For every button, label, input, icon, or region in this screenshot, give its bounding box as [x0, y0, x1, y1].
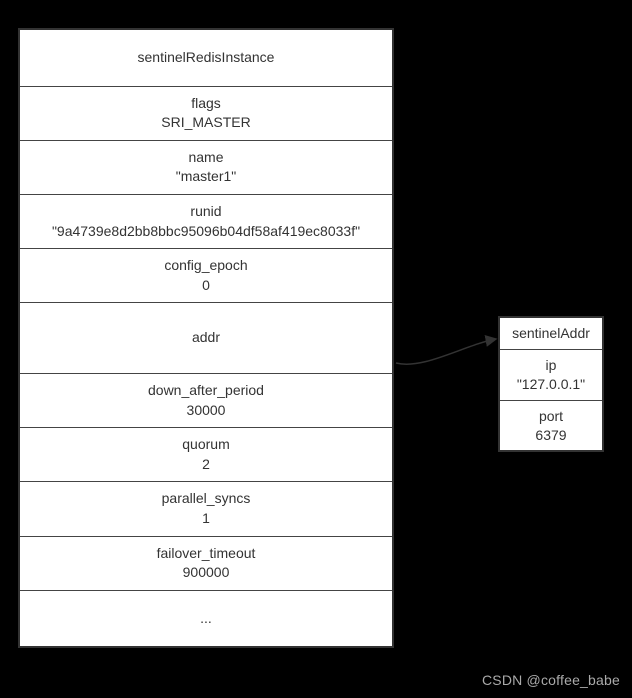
field-label: parallel_syncs — [162, 489, 251, 509]
field-label: quorum — [182, 435, 229, 455]
field-value: "127.0.0.1" — [517, 375, 585, 394]
table-row: runid "9a4739e8d2bb8bbc95096b04df58af419… — [20, 195, 392, 249]
table-row: ip "127.0.0.1" — [500, 350, 602, 401]
field-label: port — [539, 407, 563, 426]
field-value: 2 — [202, 455, 210, 475]
table-row-addr: addr — [20, 303, 392, 374]
field-label: name — [188, 148, 223, 168]
field-value: 900000 — [183, 563, 230, 583]
table-row-ellipsis: ... — [20, 591, 392, 647]
field-value: 6379 — [535, 426, 566, 445]
sentinel-addr-table: sentinelAddr ip "127.0.0.1" port 6379 — [498, 316, 604, 452]
field-label: config_epoch — [164, 256, 247, 276]
main-title: sentinelRedisInstance — [138, 48, 275, 68]
field-value: 30000 — [187, 401, 226, 421]
field-label: runid — [190, 202, 221, 222]
table-row: failover_timeout 900000 — [20, 537, 392, 591]
field-value: 0 — [202, 276, 210, 296]
field-label: addr — [192, 328, 220, 348]
field-value: "9a4739e8d2bb8bbc95096b04df58af419ec8033… — [52, 222, 360, 242]
field-label: flags — [191, 94, 221, 114]
field-value: "master1" — [176, 167, 237, 187]
main-table-header: sentinelRedisInstance — [20, 30, 392, 87]
table-row: flags SRI_MASTER — [20, 87, 392, 141]
watermark: CSDN @coffee_babe — [482, 672, 620, 688]
field-label: ip — [546, 356, 557, 375]
pointer-arrow-icon — [394, 335, 500, 375]
sentinel-redis-instance-table: sentinelRedisInstance flags SRI_MASTER n… — [18, 28, 394, 648]
field-label: down_after_period — [148, 381, 264, 401]
field-value: 1 — [202, 509, 210, 529]
table-row: config_epoch 0 — [20, 249, 392, 303]
table-row: parallel_syncs 1 — [20, 482, 392, 536]
field-value: SRI_MASTER — [161, 113, 250, 133]
side-title: sentinelAddr — [512, 324, 590, 343]
table-row: quorum 2 — [20, 428, 392, 482]
table-row: port 6379 — [500, 401, 602, 451]
side-table-header: sentinelAddr — [500, 318, 602, 350]
table-row: name "master1" — [20, 141, 392, 195]
table-row: down_after_period 30000 — [20, 374, 392, 428]
ellipsis: ... — [200, 609, 212, 629]
field-label: failover_timeout — [157, 544, 256, 564]
